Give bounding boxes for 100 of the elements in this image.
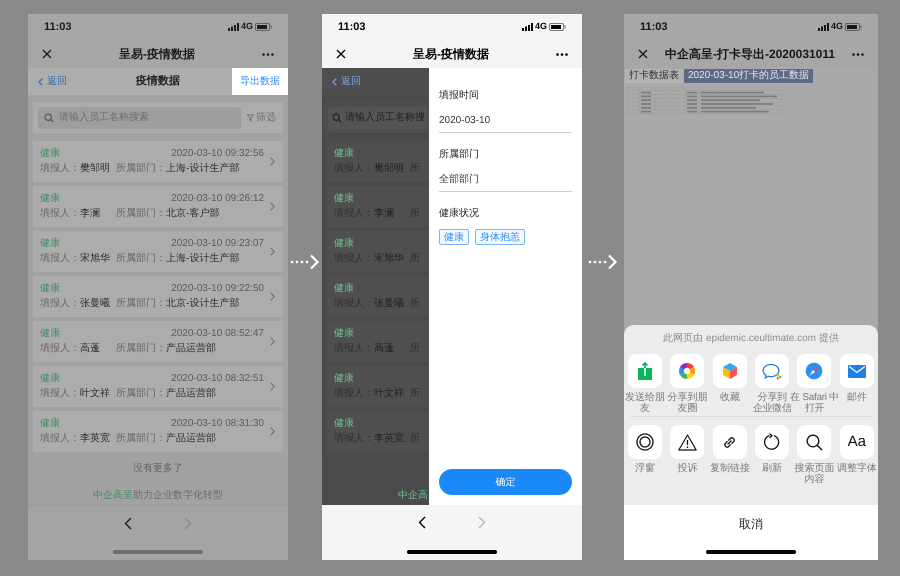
chevron-icon (270, 247, 275, 256)
more-icon[interactable] (556, 52, 568, 56)
reporter-label: 填报人： (40, 253, 80, 265)
network-label: 4G (830, 20, 843, 34)
status-time: 11:03 (338, 20, 366, 35)
status-time: 11:03 (640, 20, 668, 35)
share-action-button[interactable] (712, 425, 747, 459)
health-option-tag[interactable]: 身体抱恙 (475, 229, 525, 245)
department-label: 所属部门： (116, 253, 166, 265)
department-name: 上海-设计生产部 (166, 163, 240, 175)
filter-button[interactable]: 筛选 (247, 110, 278, 125)
share-action-button[interactable] (670, 354, 704, 388)
slogan-text: 助力企业数字化转型 (133, 490, 223, 502)
chevron-icon (270, 157, 275, 166)
reporter-name: 李英宽 (80, 433, 110, 445)
health-status: 健康 (40, 193, 60, 205)
close-icon[interactable] (638, 49, 648, 59)
close-icon[interactable] (336, 49, 346, 59)
reporter-label: 填报人： (40, 343, 80, 355)
action-label: 邮件 (846, 392, 868, 403)
department-name: 北京-客户部 (166, 208, 220, 220)
action-label: 发送给朋友 (624, 392, 666, 414)
sheet-tab[interactable]: 打卡数据表 (625, 69, 683, 83)
page-title: 中企高呈-打卡导出-2020031011 (664, 46, 836, 63)
health-status: 健康 (40, 238, 60, 250)
close-icon[interactable] (42, 49, 52, 59)
department-label: 所属部门： (116, 163, 166, 175)
report-time: 2020-03-10 09:23:07 (171, 238, 264, 250)
health-status: 健康 (334, 418, 355, 430)
action-label: 刷新 (761, 463, 784, 474)
action-label: 打开 (804, 403, 824, 414)
action-label: 分享到 (758, 392, 787, 403)
arrow-icon (588, 254, 618, 270)
ring-icon (636, 433, 654, 451)
action-label: 复制链接 (708, 463, 751, 474)
health-option-tag[interactable]: 健康 (439, 229, 469, 245)
mail-icon (848, 364, 866, 378)
search-icon (44, 112, 54, 122)
record-card[interactable]: 健康 2020-03-10 09:26:12 填报人：李澜 所属部门：北京-客户部 (33, 186, 283, 227)
action-label: 投诉 (676, 463, 698, 474)
record-card[interactable]: 健康 2020-03-10 08:32:51 填报人：叶文祥 所属部门：产品运营部 (33, 366, 283, 407)
more-icon[interactable] (262, 52, 274, 56)
chevron-icon (270, 427, 275, 436)
record-card[interactable]: 健康 2020-03-10 09:22:50 填报人：张曼曦 所属部门：北京-设计生产部 (33, 276, 283, 317)
share-action-button[interactable] (755, 425, 790, 459)
share-action-button[interactable] (628, 425, 662, 459)
page-title: 呈易-疫情数据 (118, 46, 196, 63)
confirm-button[interactable]: 确定 (439, 469, 572, 495)
warning-icon (678, 434, 697, 450)
health-status: 健康 (40, 418, 60, 430)
cube-icon (722, 362, 738, 380)
reporter-name: 李澜 (80, 208, 100, 220)
brand-name: 中企高 (398, 490, 428, 501)
reporter-name: 高蓬 (80, 343, 100, 355)
share-action-button[interactable]: Aa (840, 425, 874, 459)
action-label: 搜索页面内容 (793, 463, 836, 485)
health-status: 健康 (40, 373, 60, 385)
record-card[interactable]: 健康 2020-03-10 09:32:56 填报人：樊邹明 所属部门：上海-设计生产部 (33, 141, 283, 182)
share-action-button[interactable] (797, 425, 832, 459)
sheet-tab[interactable]: 2020-03-10打卡的员工数据 (684, 69, 814, 83)
export-button[interactable]: 导出数据 (232, 68, 288, 95)
action-label: 调整字体 (836, 463, 878, 474)
filter-field[interactable]: 2020-03-10 (439, 113, 572, 133)
department-label: 所属部门： (116, 298, 166, 310)
filter-field[interactable]: 全部部门 (439, 172, 572, 192)
action-label: 企业微信 (752, 403, 792, 414)
chevron-icon (270, 292, 275, 301)
share-arrow-icon (637, 362, 654, 380)
health-status: 健康 (334, 193, 355, 205)
funnel-icon (247, 114, 254, 122)
health-status: 健康 (40, 328, 60, 340)
action-label: 在 Safari 中 (790, 392, 839, 403)
search-icon (806, 434, 823, 450)
battery-icon (255, 23, 272, 31)
share-action-button[interactable] (670, 425, 704, 459)
chevron-icon (270, 202, 275, 211)
record-card[interactable]: 健康 2020-03-10 09:23:07 填报人：宋旭华 所属部门：上海-设计生产部 (33, 231, 283, 272)
font-size-glyph: Aa (848, 432, 866, 452)
reporter-label: 填报人： (40, 433, 80, 445)
end-of-list-note: 没有更多了 (132, 462, 184, 476)
reporter-name: 叶文祥 (80, 388, 110, 400)
signal-icon (522, 23, 533, 31)
cancel-button[interactable]: 取消 (739, 515, 763, 533)
report-time: 2020-03-10 08:31:30 (171, 418, 264, 430)
back-icon[interactable] (418, 516, 426, 529)
aperture-icon (678, 362, 696, 380)
reporter-label: 填报人： (40, 298, 80, 310)
reporter-name: 樊邹明 (80, 163, 110, 175)
refresh-icon (763, 433, 782, 451)
health-status: 健康 (40, 148, 60, 160)
record-card[interactable]: 健康 2020-03-10 08:52:47 填报人：高蓬 所属部门：产品运营部 (33, 321, 283, 362)
department-name: 产品运营部 (166, 388, 216, 400)
chevron-icon (38, 78, 43, 86)
back-button[interactable]: 返回 (28, 74, 67, 89)
battery-icon (845, 23, 862, 31)
health-status: 健康 (40, 283, 60, 295)
more-icon[interactable] (852, 52, 864, 56)
status-time: 11:03 (44, 20, 72, 35)
record-card[interactable]: 健康 2020-03-10 08:31:30 填报人：李英宽 所属部门：产品运营部 (33, 411, 283, 452)
back-icon[interactable] (124, 517, 132, 530)
